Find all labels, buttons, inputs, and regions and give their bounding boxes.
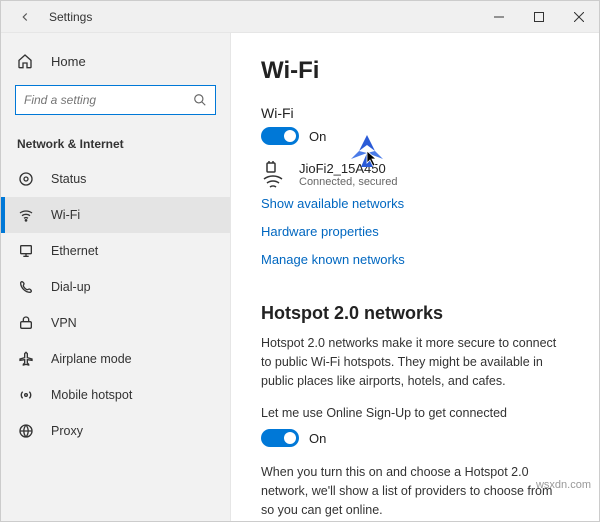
wifi-icon xyxy=(17,207,35,223)
proxy-icon xyxy=(17,423,35,439)
home-icon xyxy=(17,53,35,69)
link-show-networks[interactable]: Show available networks xyxy=(261,196,404,211)
wifi-toggle[interactable] xyxy=(261,127,299,145)
sidebar-item-status[interactable]: Status xyxy=(1,161,230,197)
dialup-icon xyxy=(17,279,35,295)
sidebar-item-label: Status xyxy=(51,172,86,186)
maximize-button[interactable] xyxy=(519,1,559,33)
close-button[interactable] xyxy=(559,1,599,33)
airplane-icon xyxy=(17,351,35,367)
sidebar-item-hotspot[interactable]: Mobile hotspot xyxy=(1,377,230,413)
sidebar-item-label: Proxy xyxy=(51,424,83,438)
minimize-button[interactable] xyxy=(479,1,519,33)
sidebar-home-label: Home xyxy=(51,54,86,69)
content-area: Wi-Fi Wi-Fi On JioFi2_15A450 Connected, … xyxy=(231,33,599,521)
search-input[interactable] xyxy=(24,93,193,107)
sidebar-section-label: Network & Internet xyxy=(1,123,230,161)
hotspot-desc: Hotspot 2.0 networks make it more secure… xyxy=(261,334,569,390)
sidebar-item-dialup[interactable]: Dial-up xyxy=(1,269,230,305)
sidebar-item-label: Ethernet xyxy=(51,244,98,258)
hotspot-let-me: Let me use Online Sign-Up to get connect… xyxy=(261,404,569,423)
hotspot-toggle[interactable] xyxy=(261,429,299,447)
link-hardware-properties[interactable]: Hardware properties xyxy=(261,224,379,239)
window-controls xyxy=(479,1,599,33)
sidebar-item-airplane[interactable]: Airplane mode xyxy=(1,341,230,377)
page-title: Wi-Fi xyxy=(261,57,569,85)
sidebar-item-label: Airplane mode xyxy=(51,352,132,366)
hotspot-icon xyxy=(17,387,35,403)
sidebar-item-wifi[interactable]: Wi-Fi xyxy=(1,197,230,233)
sidebar-item-proxy[interactable]: Proxy xyxy=(1,413,230,449)
sidebar-home[interactable]: Home xyxy=(1,45,230,77)
app-title: Settings xyxy=(49,10,92,24)
hotspot-explain: When you turn this on and choose a Hotsp… xyxy=(261,463,569,519)
watermark: wsxdn.com xyxy=(536,479,591,491)
sidebar-item-label: VPN xyxy=(51,316,77,330)
back-button[interactable] xyxy=(15,7,35,27)
hotspot-title: Hotspot 2.0 networks xyxy=(261,303,569,324)
vpn-icon xyxy=(17,315,35,331)
titlebar: Settings xyxy=(1,1,599,33)
current-network[interactable]: JioFi2_15A450 Connected, secured xyxy=(261,161,569,189)
hotspot-toggle-state: On xyxy=(309,431,326,446)
link-manage-known[interactable]: Manage known networks xyxy=(261,252,405,267)
network-name: JioFi2_15A450 xyxy=(299,161,397,176)
status-icon xyxy=(17,171,35,187)
ethernet-icon xyxy=(17,243,35,259)
network-icon xyxy=(261,161,289,189)
sidebar-item-vpn[interactable]: VPN xyxy=(1,305,230,341)
search-box[interactable] xyxy=(15,85,216,115)
wifi-toggle-state: On xyxy=(309,129,326,144)
sidebar-item-label: Dial-up xyxy=(51,280,91,294)
sidebar-item-label: Mobile hotspot xyxy=(51,388,132,402)
sidebar-item-ethernet[interactable]: Ethernet xyxy=(1,233,230,269)
search-icon xyxy=(193,93,207,107)
sidebar: Home Network & Internet Status Wi-Fi Eth… xyxy=(1,33,231,521)
wifi-label: Wi-Fi xyxy=(261,105,569,121)
network-status: Connected, secured xyxy=(299,176,397,188)
sidebar-item-label: Wi-Fi xyxy=(51,208,80,222)
